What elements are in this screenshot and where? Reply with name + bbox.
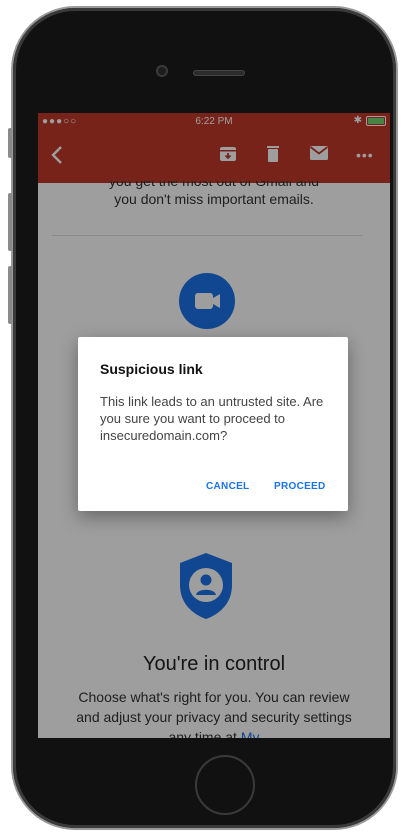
volume-up-button bbox=[8, 193, 12, 251]
cancel-button[interactable]: CANCEL bbox=[206, 481, 249, 492]
proceed-button[interactable]: PROCEED bbox=[274, 481, 326, 492]
home-button[interactable] bbox=[195, 755, 255, 815]
suspicious-link-dialog: Suspicious link This link leads to an un… bbox=[78, 337, 348, 511]
earpiece-speaker bbox=[193, 70, 245, 76]
volume-down-button bbox=[8, 266, 12, 324]
dialog-title: Suspicious link bbox=[100, 361, 203, 377]
mute-switch bbox=[8, 128, 12, 158]
front-camera bbox=[156, 65, 168, 77]
dialog-message: This link leads to an untrusted site. Ar… bbox=[100, 394, 324, 443]
phone-screen: ●●●○○ 6:22 PM ✱ ••• you get the most out… bbox=[38, 113, 390, 738]
